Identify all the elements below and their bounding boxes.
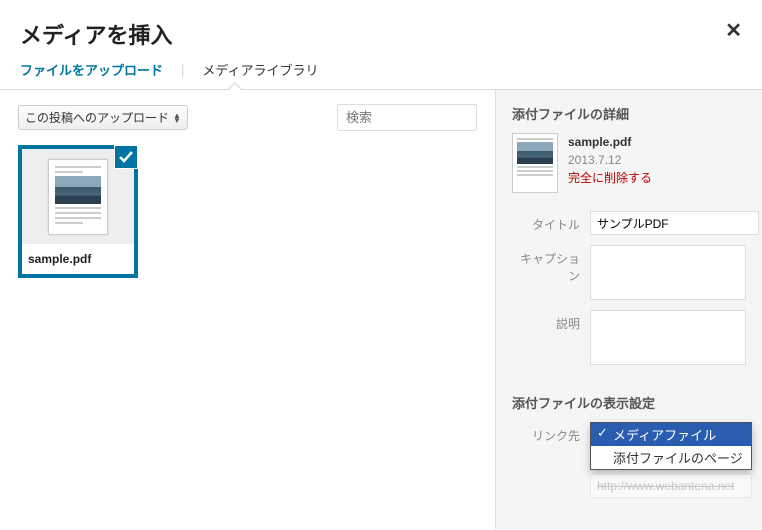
tab-library[interactable]: メディアライブラリ: [202, 60, 318, 79]
linkto-dropdown-wrap: メディアファイル 添付ファイルのページ: [590, 422, 752, 498]
display-settings-title: 添付ファイルの表示設定: [512, 393, 746, 412]
title-label: タイトル: [512, 211, 590, 233]
attachment-date: 2013.7.12: [568, 151, 652, 169]
linkto-option-attachment-page[interactable]: 添付ファイルのページ: [591, 446, 751, 469]
link-url-input: [590, 474, 752, 498]
document-icon: [48, 159, 108, 235]
selected-check-icon[interactable]: [114, 145, 138, 169]
field-row-linkto: リンク先 メディアファイル 添付ファイルのページ: [512, 422, 746, 498]
details-sidebar: 添付ファイルの詳細 sample.pdf 2013.7.12 完全に削除する タ…: [495, 90, 762, 529]
modal-header: メディアを挿入 ✕: [0, 0, 762, 60]
close-button[interactable]: ✕: [725, 18, 742, 43]
library-toolbar: この投稿へのアップロード ▲▼: [18, 104, 477, 131]
library-panel: この投稿へのアップロード ▲▼ sample.pdf: [0, 90, 495, 529]
field-row-caption: キャプション: [512, 245, 746, 300]
tab-upload[interactable]: ファイルをアップロード: [20, 60, 163, 79]
description-label: 説明: [512, 310, 590, 332]
filter-select-label: この投稿へのアップロード: [25, 109, 169, 126]
modal-content: この投稿へのアップロード ▲▼ sample.pdf: [0, 89, 762, 529]
media-modal: メディアを挿入 ✕ ファイルをアップロード | メディアライブラリ この投稿への…: [0, 0, 762, 530]
linkto-dropdown[interactable]: メディアファイル 添付ファイルのページ: [590, 422, 752, 470]
delete-permanently-link[interactable]: 完全に削除する: [568, 169, 652, 187]
linkto-label: リンク先: [512, 422, 590, 444]
linkto-option-media-file[interactable]: メディアファイル: [591, 423, 751, 446]
media-thumbnail[interactable]: sample.pdf: [18, 145, 138, 278]
display-settings-section: 添付ファイルの表示設定 リンク先 メディアファイル 添付ファイルのページ: [512, 393, 746, 498]
description-input[interactable]: [590, 310, 746, 365]
attachment-thumb-icon: [512, 133, 558, 193]
attachment-header: sample.pdf 2013.7.12 完全に削除する: [512, 133, 746, 193]
modal-title: メディアを挿入: [20, 18, 742, 50]
attachment-info: sample.pdf 2013.7.12 完全に削除する: [568, 133, 652, 193]
search-input[interactable]: [337, 104, 477, 131]
field-row-description: 説明: [512, 310, 746, 365]
filter-select[interactable]: この投稿へのアップロード ▲▼: [18, 105, 188, 130]
attachment-filename: sample.pdf: [568, 133, 652, 151]
caption-label: キャプション: [512, 245, 590, 284]
select-arrows-icon: ▲▼: [173, 113, 181, 123]
thumbnail-filename: sample.pdf: [22, 244, 134, 274]
title-input[interactable]: [590, 211, 759, 235]
field-row-title: タイトル: [512, 211, 746, 235]
tab-divider: |: [181, 62, 184, 77]
details-section-title: 添付ファイルの詳細: [512, 104, 746, 123]
caption-input[interactable]: [590, 245, 746, 300]
modal-tabs: ファイルをアップロード | メディアライブラリ: [0, 60, 762, 89]
